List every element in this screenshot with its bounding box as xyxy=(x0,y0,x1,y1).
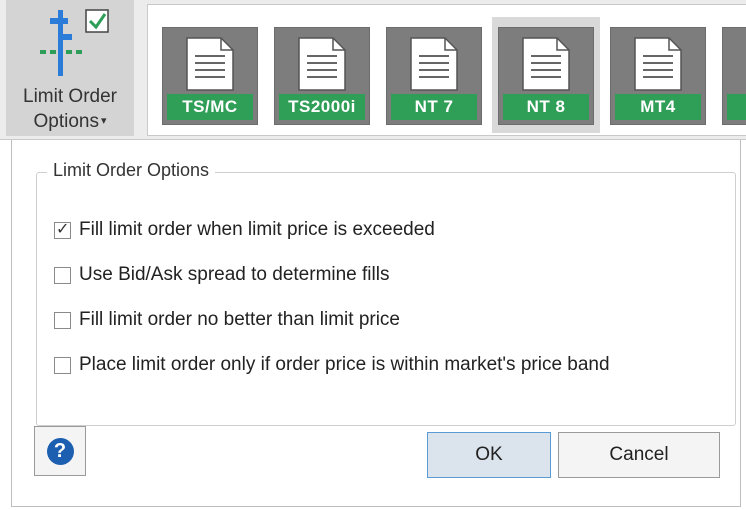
platform-nt7[interactable]: NT 7 xyxy=(380,17,488,133)
platform-label: NT 7 xyxy=(391,94,477,120)
option-no-better-than-limit[interactable]: Fill limit order no better than limit pr… xyxy=(54,306,400,334)
document-icon xyxy=(410,37,458,91)
platform-label: MT4 xyxy=(615,94,701,120)
option-label: Use Bid/Ask spread to determine fills xyxy=(79,264,390,285)
no-better-than-limit-checkbox[interactable] xyxy=(54,311,71,329)
limit-order-options-icon xyxy=(40,9,109,76)
within-price-band-checkbox[interactable] xyxy=(54,356,71,374)
document-icon xyxy=(522,37,570,91)
help-button[interactable]: ? xyxy=(34,426,86,476)
platform-partial[interactable] xyxy=(716,17,746,133)
platform-mt4[interactable]: MT4 xyxy=(604,17,712,133)
chevron-down-icon: ▾ xyxy=(100,115,107,128)
ribbon: Limit Order Options ▾ TS/MC TS2000i NT 7… xyxy=(0,0,746,140)
document-icon xyxy=(634,37,682,91)
help-icon: ? xyxy=(46,437,74,465)
option-bid-ask-spread[interactable]: Use Bid/Ask spread to determine fills xyxy=(54,261,389,289)
platform-nt8[interactable]: NT 8 xyxy=(492,17,600,133)
platform-label: NT 8 xyxy=(503,94,589,120)
option-within-price-band[interactable]: Place limit order only if order price is… xyxy=(54,351,610,379)
platform-label: TS/MC xyxy=(167,94,253,120)
platform-ts2000i[interactable]: TS2000i xyxy=(268,17,376,133)
limit-order-options-dialog: Limit Order Options ✓ Fill limit order w… xyxy=(11,140,741,507)
document-icon xyxy=(186,37,234,91)
bid-ask-spread-checkbox[interactable] xyxy=(54,266,71,284)
platform-ts-mc[interactable]: TS/MC xyxy=(156,17,264,133)
limit-order-options-group: Limit Order Options xyxy=(36,160,736,426)
option-fill-when-exceeded[interactable]: ✓ Fill limit order when limit price is e… xyxy=(54,216,435,244)
group-title: Limit Order Options xyxy=(47,160,216,181)
fill-when-exceeded-checkbox[interactable]: ✓ xyxy=(54,220,71,239)
limit-order-options-label: Limit Order Options ▾ xyxy=(23,86,117,132)
option-label: Place limit order only if order price is… xyxy=(79,354,610,375)
checkmark-icon: ✓ xyxy=(56,220,70,238)
option-label: Fill limit order no better than limit pr… xyxy=(79,309,400,330)
platform-label: TS2000i xyxy=(279,94,365,120)
platform-strip: TS/MC TS2000i NT 7 NT 8 MT4 xyxy=(147,4,746,136)
limit-order-options-button[interactable]: Limit Order Options ▾ xyxy=(6,0,134,136)
ok-button[interactable]: OK xyxy=(427,432,551,478)
platform-label xyxy=(727,94,746,120)
cancel-button[interactable]: Cancel xyxy=(558,432,720,478)
document-icon xyxy=(298,37,346,91)
option-label: Fill limit order when limit price is exc… xyxy=(79,219,435,240)
